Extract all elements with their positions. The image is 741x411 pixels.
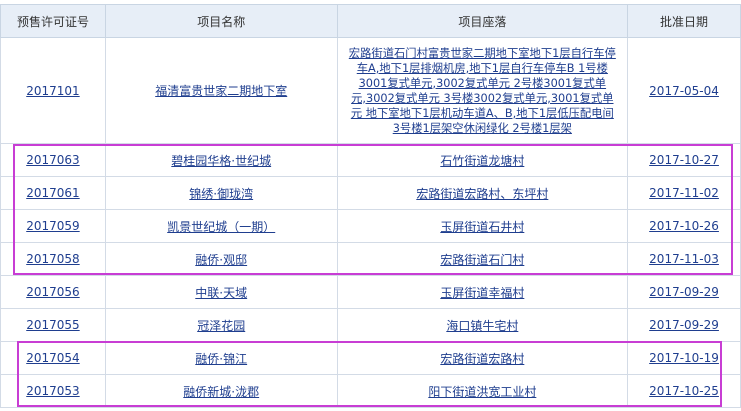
project-name-link[interactable]: 碧桂园华格·世纪城 (171, 154, 271, 168)
header-project-name: 项目名称 (104, 4, 338, 38)
header-project-location: 项目座落 (336, 4, 629, 38)
project-name-link[interactable]: 福清富贵世家二期地下室 (155, 84, 287, 98)
approval-date-link[interactable]: 2017-10-27 (649, 153, 719, 167)
project-name-link[interactable]: 中联·天域 (195, 286, 247, 300)
project-name-link[interactable]: 融侨·观邸 (195, 253, 247, 267)
permit-no-link[interactable]: 2017059 (26, 219, 79, 233)
permit-no-link[interactable]: 2017053 (26, 384, 79, 398)
table-row: 2017059 凯景世纪城（一期） 玉屏街道石井村 2017-10-26 (0, 209, 741, 243)
table-row: 2017055 冠泽花园 海口镇牛宅村 2017-09-29 (0, 308, 741, 342)
approval-date-link[interactable]: 2017-11-03 (649, 252, 719, 266)
table-row: 2017056 中联·天域 玉屏街道幸福村 2017-09-29 (0, 275, 741, 309)
project-name-link[interactable]: 冠泽花园 (197, 319, 245, 333)
project-location-link[interactable]: 石竹街道龙塘村 (440, 154, 524, 168)
project-name-link[interactable]: 融侨·锦江 (195, 352, 247, 366)
table-row: 2017063 碧桂园华格·世纪城 石竹街道龙塘村 2017-10-27 (0, 143, 741, 177)
table-header-row: 预售许可证号 项目名称 项目座落 批准日期 (0, 4, 741, 38)
project-name-link[interactable]: 锦绣·御珑湾 (189, 187, 253, 201)
permit-no-link[interactable]: 2017054 (26, 351, 79, 365)
approval-date-link[interactable]: 2017-09-29 (649, 285, 719, 299)
table-row: 2017101 福清富贵世家二期地下室 宏路街道石门村富贵世家二期地下室地下1层… (0, 37, 741, 144)
approval-date-link[interactable]: 2017-11-02 (649, 186, 719, 200)
project-name-link[interactable]: 融侨新城·泷郡 (183, 385, 259, 399)
permit-no-link[interactable]: 2017063 (26, 153, 79, 167)
header-approval-date: 批准日期 (627, 4, 741, 38)
permit-no-link[interactable]: 2017058 (26, 252, 79, 266)
table-row: 2017058 融侨·观邸 宏路街道石门村 2017-11-03 (0, 242, 741, 276)
permit-no-link[interactable]: 2017061 (26, 186, 79, 200)
permit-no-link[interactable]: 2017055 (26, 318, 79, 332)
table-row: 2017061 锦绣·御珑湾 宏路街道宏路村、东坪村 2017-11-02 (0, 176, 741, 210)
table-row: 2017053 融侨新城·泷郡 阳下街道洪宽工业村 2017-10-25 (0, 374, 741, 408)
project-location-link[interactable]: 玉屏街道幸福村 (440, 286, 524, 300)
approval-date-link[interactable]: 2017-05-04 (649, 84, 719, 98)
approval-date-link[interactable]: 2017-09-29 (649, 318, 719, 332)
project-location-link[interactable]: 宏路街道宏路村、东坪村 (416, 187, 548, 201)
project-location-link[interactable]: 阳下街道洪宽工业村 (428, 385, 536, 399)
project-location-link[interactable]: 玉屏街道石井村 (440, 220, 524, 234)
table-row: 2017054 融侨·锦江 宏路街道宏路村 2017-10-19 (0, 341, 741, 375)
project-name-link[interactable]: 凯景世纪城（一期） (167, 220, 275, 234)
project-location-link[interactable]: 宏路街道宏路村 (440, 352, 524, 366)
approval-date-link[interactable]: 2017-10-19 (649, 351, 719, 365)
permit-no-link[interactable]: 2017101 (26, 84, 79, 98)
permit-table: 预售许可证号 项目名称 项目座落 批准日期 2017101 福清富贵世家二期地下… (0, 4, 741, 408)
approval-date-link[interactable]: 2017-10-25 (649, 384, 719, 398)
project-location-link[interactable]: 宏路街道石门村富贵世家二期地下室地下1层自行车停车A,地下1层排烟机房,地下1层… (349, 47, 616, 135)
project-location-link[interactable]: 宏路街道石门村 (440, 253, 524, 267)
permit-no-link[interactable]: 2017056 (26, 285, 79, 299)
project-location-link[interactable]: 海口镇牛宅村 (446, 319, 518, 333)
header-permit-no: 预售许可证号 (0, 4, 106, 38)
approval-date-link[interactable]: 2017-10-26 (649, 219, 719, 233)
